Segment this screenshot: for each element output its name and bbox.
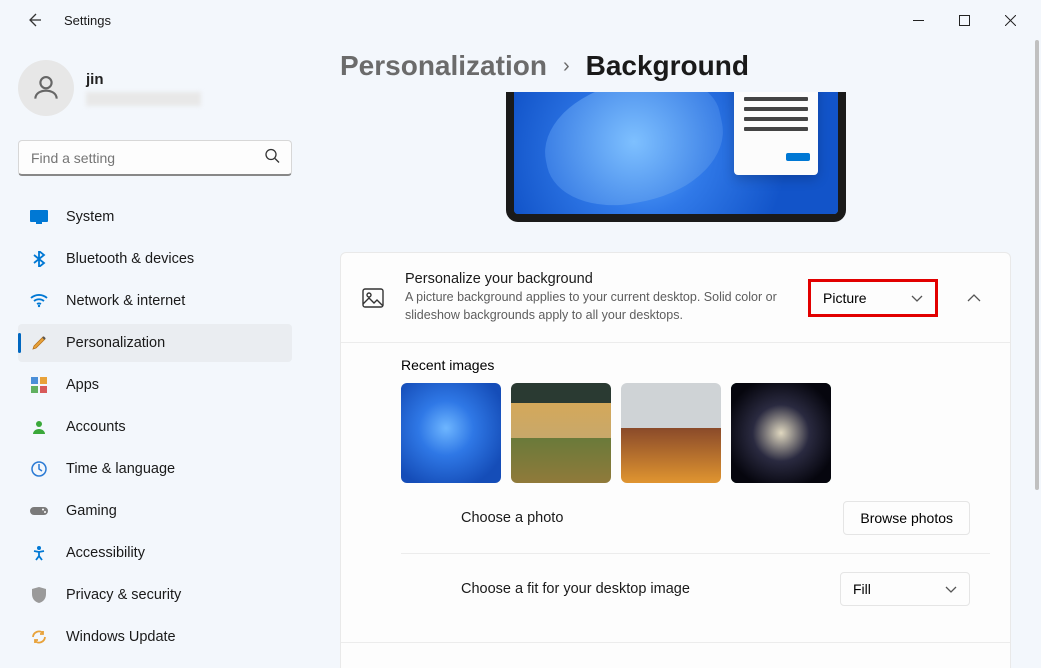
search-icon xyxy=(264,148,280,169)
sidebar-item-time[interactable]: Time & language xyxy=(18,450,292,488)
sidebar-item-system[interactable]: System xyxy=(18,198,292,236)
close-button[interactable] xyxy=(987,4,1033,36)
sidebar-item-network[interactable]: Network & internet xyxy=(18,282,292,320)
clock-globe-icon xyxy=(30,460,48,478)
fit-dropdown[interactable]: Fill xyxy=(840,572,970,606)
sidebar-item-gaming[interactable]: Gaming xyxy=(18,492,292,530)
system-icon xyxy=(30,208,48,226)
picture-icon xyxy=(361,286,385,310)
chevron-right-icon: › xyxy=(563,55,570,78)
nav-label: Accessibility xyxy=(66,545,145,561)
search-input[interactable] xyxy=(18,140,292,176)
nav-label: Privacy & security xyxy=(66,587,181,603)
choose-fit-row: Choose a fit for your desktop image Fill xyxy=(401,554,990,624)
sidebar-item-accounts[interactable]: Accounts xyxy=(18,408,292,446)
shield-icon xyxy=(30,586,48,604)
nav-label: Windows Update xyxy=(66,629,176,645)
wifi-icon xyxy=(30,292,48,310)
update-icon xyxy=(30,628,48,646)
nav-label: Gaming xyxy=(66,503,117,519)
nav-label: Personalization xyxy=(66,335,165,351)
sidebar-item-personalization[interactable]: Personalization xyxy=(18,324,292,362)
recent-images-block: Recent images Choose a photo Browse phot… xyxy=(341,343,1010,643)
nav-label: Apps xyxy=(66,377,99,393)
user-email-redacted xyxy=(86,92,201,106)
choose-photo-row: Choose a photo Browse photos xyxy=(401,483,990,554)
expand-collapse-button[interactable] xyxy=(958,282,990,314)
choose-fit-label: Choose a fit for your desktop image xyxy=(461,581,820,597)
user-name: jin xyxy=(86,71,201,88)
recent-image-thumb[interactable] xyxy=(731,383,831,483)
titlebar: Settings xyxy=(0,0,1041,40)
chevron-down-icon xyxy=(945,581,957,597)
breadcrumb: Personalization › Background xyxy=(340,50,1011,82)
user-block[interactable]: jin xyxy=(18,60,292,116)
sidebar: jin System Bluetooth & devices Network &… xyxy=(0,40,310,668)
back-button[interactable] xyxy=(24,10,44,30)
choose-photo-label: Choose a photo xyxy=(461,510,823,526)
main-content: Personalization › Background Personalize… xyxy=(310,40,1041,668)
nav-label: System xyxy=(66,209,114,225)
sidebar-item-privacy[interactable]: Privacy & security xyxy=(18,576,292,614)
recent-image-thumb[interactable] xyxy=(731,383,831,483)
gaming-icon xyxy=(30,502,48,520)
background-type-dropdown[interactable]: Picture xyxy=(808,279,938,317)
browse-photos-button[interactable]: Browse photos xyxy=(843,501,970,535)
background-settings-card: Personalize your background A picture ba… xyxy=(340,252,1011,668)
chevron-down-icon xyxy=(911,290,923,306)
nav-label: Accounts xyxy=(66,419,126,435)
personalize-title: Personalize your background xyxy=(405,271,788,287)
breadcrumb-current: Background xyxy=(586,50,749,82)
sidebar-item-update[interactable]: Windows Update xyxy=(18,618,292,656)
personalize-row: Personalize your background A picture ba… xyxy=(341,253,1010,343)
accessibility-icon xyxy=(30,544,48,562)
desktop-preview xyxy=(506,92,846,222)
paintbrush-icon xyxy=(30,334,48,352)
dropdown-value: Fill xyxy=(853,581,871,597)
recent-images-title: Recent images xyxy=(401,357,990,373)
scrollbar[interactable] xyxy=(1035,40,1039,490)
nav-label: Time & language xyxy=(66,461,175,477)
recent-image-thumb[interactable] xyxy=(621,383,721,483)
sidebar-item-apps[interactable]: Apps xyxy=(18,366,292,404)
avatar xyxy=(18,60,74,116)
nav-label: Network & internet xyxy=(66,293,185,309)
personalize-desc: A picture background applies to your cur… xyxy=(405,289,788,324)
breadcrumb-parent[interactable]: Personalization xyxy=(340,50,547,82)
apps-icon xyxy=(30,376,48,394)
sidebar-item-accessibility[interactable]: Accessibility xyxy=(18,534,292,572)
sidebar-item-bluetooth[interactable]: Bluetooth & devices xyxy=(18,240,292,278)
minimize-button[interactable] xyxy=(895,4,941,36)
nav-label: Bluetooth & devices xyxy=(66,251,194,267)
window-title: Settings xyxy=(64,13,111,28)
person-icon xyxy=(30,418,48,436)
recent-image-thumb[interactable] xyxy=(511,383,611,483)
bluetooth-icon xyxy=(30,250,48,268)
recent-image-thumb[interactable] xyxy=(401,383,501,483)
dropdown-value: Picture xyxy=(823,290,867,306)
maximize-button[interactable] xyxy=(941,4,987,36)
